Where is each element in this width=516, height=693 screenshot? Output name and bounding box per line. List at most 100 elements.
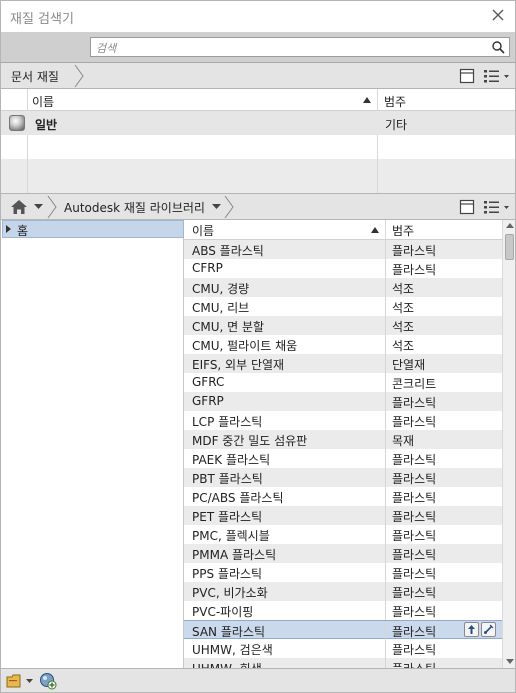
material-category: 석조 [392, 320, 415, 334]
list-view-icon[interactable] [483, 199, 511, 215]
material-name: 일반 [35, 118, 58, 132]
library-materials-table: 이름 범주 ABS 플라스틱 플라스틱 CFRP 플라스틱 CMU, 경량 석조 CMU, … [184, 220, 502, 668]
material-name: PAEK 플라스틱 [192, 453, 271, 467]
sort-ascending-icon[interactable] [371, 227, 379, 233]
column-divider [385, 220, 386, 240]
column-header-category[interactable]: 범주 [384, 93, 406, 110]
table-row[interactable]: PC/ABS 플라스틱 플라스틱 [184, 487, 502, 506]
window-title: 재질 검색기 [10, 12, 74, 27]
table-row[interactable]: GFRC 콘크리트 [184, 373, 502, 392]
search-input[interactable]: 검색 [90, 37, 510, 57]
table-row[interactable]: LCP 플라스틱 플라스틱 [184, 411, 502, 430]
column-header-name[interactable]: 이름 [192, 222, 214, 239]
material-name: CMU, 리브 [192, 301, 250, 315]
material-category: 플라스틱 [392, 567, 437, 581]
column-header-name[interactable]: 이름 [32, 93, 54, 110]
create-material-icon[interactable] [39, 672, 57, 690]
home-icon[interactable] [10, 199, 28, 215]
add-to-document-icon[interactable] [464, 622, 479, 637]
column-divider [377, 135, 378, 193]
material-category: 플라스틱 [392, 529, 437, 543]
search-bar: 검색 [0, 32, 516, 62]
material-name: UHMW, 회색 [192, 660, 262, 668]
tree-item-home[interactable]: 홈 [2, 220, 184, 238]
tree-item-label: 홈 [17, 224, 29, 238]
material-category: 플라스틱 [392, 263, 437, 277]
table-row[interactable]: UHMW, 검은색 플라스틱 [184, 639, 502, 658]
library-scrollbar[interactable] [502, 220, 516, 668]
material-name: MDF 중간 밀도 섬유판 [192, 434, 308, 448]
material-category: 석조 [392, 339, 415, 353]
material-name: PBT 플라스틱 [192, 472, 263, 486]
table-row[interactable]: CMU, 리브 석조 [184, 297, 502, 316]
breadcrumb-autodesk-library[interactable]: Autodesk 재질 라이브러리 [64, 199, 205, 216]
material-category: 목재 [392, 434, 415, 448]
table-row-empty [1, 135, 515, 159]
material-category: 플라스틱 [392, 453, 437, 467]
material-name: PPS 플라스틱 [192, 567, 263, 581]
table-row[interactable]: CFRP 플라스틱 [184, 259, 502, 278]
table-row[interactable]: GFRP 플라스틱 [184, 392, 502, 411]
table-row[interactable]: CMU, 경량 석조 [184, 278, 502, 297]
expand-arrow-icon[interactable] [6, 225, 11, 233]
home-dropdown-chevron-icon[interactable] [34, 204, 43, 210]
document-materials-table: 이름 범주 일반 기타 [0, 89, 516, 193]
column-divider [385, 468, 386, 487]
table-row[interactable]: PMMA 플라스틱 플라스틱 [184, 544, 502, 563]
table-row[interactable]: PVC-파이핑 플라스틱 [184, 601, 502, 620]
column-divider [385, 563, 386, 582]
material-name: PVC-파이핑 [192, 605, 254, 619]
close-icon[interactable] [490, 7, 506, 23]
library-tree: 홈 [0, 220, 184, 668]
column-divider [385, 430, 386, 449]
material-category: 석조 [392, 282, 415, 296]
material-name: PET 플라스틱 [192, 510, 263, 524]
material-name: CFRP [192, 261, 223, 275]
scrollbar-thumb[interactable] [505, 234, 514, 260]
breadcrumb-document-materials[interactable]: 문서 재질 [11, 68, 59, 85]
material-category: 기타 [385, 118, 408, 132]
edit-material-icon[interactable] [481, 622, 496, 637]
table-row[interactable]: ABS 플라스틱 플라스틱 [184, 240, 502, 259]
material-category: 플라스틱 [392, 396, 437, 410]
material-name: SAN 플라스틱 [192, 625, 266, 639]
manage-dropdown-chevron-icon[interactable] [26, 679, 33, 684]
manage-library-icon[interactable] [6, 673, 22, 689]
table-row[interactable]: PVC, 비가소화 플라스틱 [184, 582, 502, 601]
table-row[interactable]: PBT 플라스틱 플라스틱 [184, 468, 502, 487]
sort-ascending-icon[interactable] [363, 97, 371, 103]
scroll-up-arrow-icon[interactable] [506, 223, 514, 228]
breadcrumb-separator-icon [74, 64, 84, 88]
column-divider [385, 316, 386, 335]
column-header-category[interactable]: 범주 [392, 222, 414, 239]
material-name: PC/ABS 플라스틱 [192, 491, 284, 505]
material-name: UHMW, 검은색 [192, 643, 273, 657]
panel-layout-icon[interactable] [459, 199, 475, 215]
table-row[interactable]: PAEK 플라스틱 플라스틱 [184, 449, 502, 468]
column-divider [385, 621, 386, 640]
table-row[interactable]: 일반 기타 [1, 111, 515, 135]
material-name: CMU, 경량 [192, 282, 250, 296]
table-row[interactable]: PPS 플라스틱 플라스틱 [184, 563, 502, 582]
panel-layout-icon[interactable] [459, 68, 475, 84]
table-row[interactable]: CMU, 면 분할 석조 [184, 316, 502, 335]
material-name: EIFS, 외부 단열재 [192, 358, 285, 372]
material-name: LCP 플라스틱 [192, 415, 263, 429]
table-row[interactable]: PMC, 플렉시블 플라스틱 [184, 525, 502, 544]
material-name: PVC, 비가소화 [192, 586, 268, 600]
list-view-icon[interactable] [483, 68, 511, 84]
table-row[interactable]: EIFS, 외부 단열재 단열재 [184, 354, 502, 373]
column-divider [385, 525, 386, 544]
table-row[interactable]: CMU, 펄라이트 채움 석조 [184, 335, 502, 354]
table-row[interactable]: MDF 중간 밀도 섬유판 목재 [184, 430, 502, 449]
column-divider [385, 487, 386, 506]
document-materials-toolbar: 문서 재질 [0, 62, 516, 89]
table-row[interactable]: SAN 플라스틱 플라스틱 [184, 620, 502, 640]
library-dropdown-chevron-icon[interactable] [212, 204, 221, 210]
material-name: CMU, 펄라이트 채움 [192, 339, 298, 353]
scroll-down-arrow-icon[interactable] [506, 659, 514, 664]
search-icon[interactable] [492, 41, 505, 54]
material-name: ABS 플라스틱 [192, 244, 264, 258]
table-row[interactable]: UHMW, 회색 플라스틱 [184, 658, 502, 668]
table-row[interactable]: PET 플라스틱 플라스틱 [184, 506, 502, 525]
